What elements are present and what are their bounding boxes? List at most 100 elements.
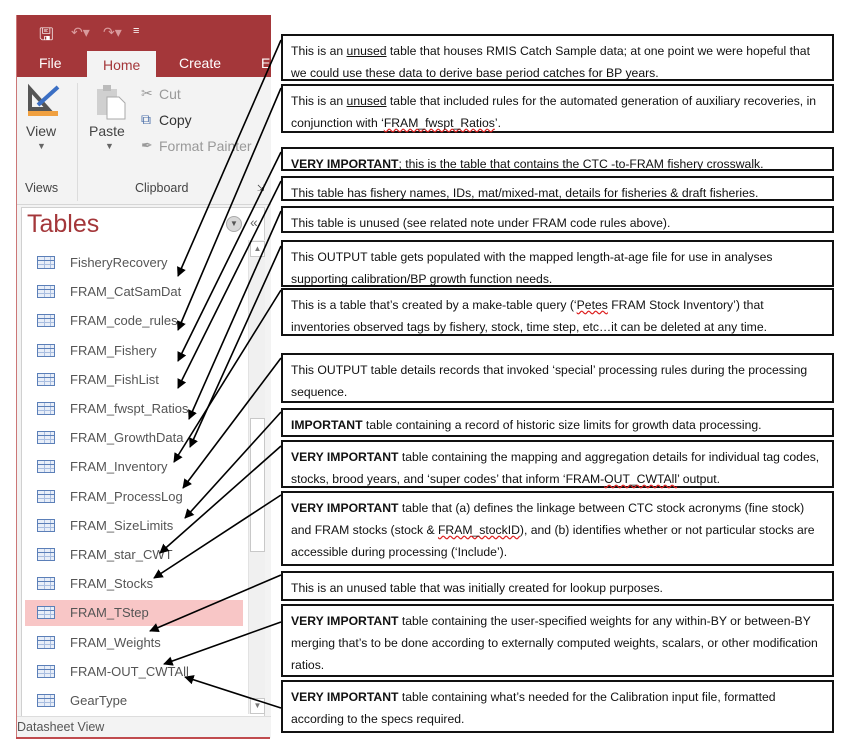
table-item[interactable]: FRAM_code_rules: [25, 308, 243, 334]
tab-home[interactable]: Home: [87, 51, 157, 79]
tab-external[interactable]: E: [261, 55, 270, 71]
table-item-label: FRAM_Stocks: [70, 576, 154, 592]
annotation-text: This OUTPUT table gets populated with th…: [291, 250, 773, 286]
scroll-down-icon[interactable]: ▼: [250, 698, 265, 714]
format-painter-button[interactable]: ✒ Format Painter: [141, 137, 271, 157]
table-item-label: FRAM_SizeLimits: [70, 517, 174, 533]
collapse-pane-icon[interactable]: «: [250, 214, 258, 230]
annotation-text: This table has fishery names, IDs, mat/m…: [291, 186, 759, 200]
table-item[interactable]: FRAM_ProcessLog: [25, 484, 243, 510]
chevron-down-icon: ▼: [105, 141, 114, 151]
table-icon: [37, 694, 55, 707]
table-icon: [37, 635, 55, 649]
table-icon: [37, 402, 55, 415]
nav-menu-dropdown-icon[interactable]: ▼: [226, 216, 242, 232]
tab-create[interactable]: Create: [179, 55, 221, 71]
annotation-text: This is an: [291, 44, 347, 58]
table-item-label: FRAM_GrowthData: [70, 430, 184, 446]
table-icon: [37, 343, 55, 357]
table-item[interactable]: FRAM_TStep: [25, 600, 243, 627]
emphasis-text: VERY IMPORTANT: [291, 501, 399, 515]
annotation-box: This is a table that’s created by a make…: [281, 288, 834, 336]
paste-button[interactable]: Paste ▼: [89, 81, 135, 171]
table-icon: [37, 606, 55, 620]
annotation-box: This is an unused table that houses RMIS…: [281, 34, 834, 81]
annotation-text: ’ output.: [677, 472, 720, 486]
annotation-box: VERY IMPORTANT table containing what’s n…: [281, 680, 834, 733]
cut-button[interactable]: ✂ Cut: [141, 85, 231, 105]
annotation-box: This OUTPUT table details records that i…: [281, 353, 834, 403]
table-item[interactable]: FRAM_CatSamDat: [25, 279, 243, 305]
table-item[interactable]: FRAM_GrowthData: [25, 425, 243, 451]
table-item[interactable]: FRAM_star_CWT: [25, 542, 243, 568]
copy-button[interactable]: ⧉ Copy: [141, 111, 231, 131]
customize-qat-icon[interactable]: ≡: [133, 25, 139, 37]
table-icon: [37, 460, 55, 474]
underlined-text: unused: [346, 44, 387, 58]
access-window: 🖫 ↶▾ ↷▾ ≡ File Home Create E View ▼ View…: [16, 15, 271, 738]
annotation-text: table containing a record of historic si…: [362, 418, 762, 432]
annotation-text: ’.: [494, 116, 501, 130]
ribbon: View ▼ Views Paste ▼ ✂ Cut ⧉ Copy ✒ Form…: [17, 77, 271, 205]
table-icon: [37, 548, 55, 561]
copy-icon: ⧉: [141, 111, 151, 127]
nav-scrollbar[interactable]: ▲ ▼: [248, 240, 265, 714]
table-item-label: FRAM_TStep: [70, 605, 149, 621]
table-item[interactable]: FRAM_SizeLimits: [25, 513, 243, 539]
table-icon: [37, 489, 55, 503]
annotation-text: This is an: [291, 94, 347, 108]
table-item-label: FRAM_Inventory: [70, 459, 168, 475]
dialog-launcher-icon[interactable]: ⇲: [257, 183, 265, 194]
table-item-label: FRAM_code_rules: [70, 313, 178, 329]
redo-icon[interactable]: ↷▾: [103, 24, 122, 41]
tab-file[interactable]: File: [39, 55, 62, 71]
table-item[interactable]: FisheryRecovery: [25, 250, 243, 276]
annotation-box: This is an unused table that included ru…: [281, 84, 834, 133]
table-item-label: FRAM_Weights: [70, 634, 161, 650]
scroll-thumb[interactable]: [250, 418, 265, 552]
table-item[interactable]: FRAM-OUT_CWTAll: [25, 659, 243, 685]
table-item[interactable]: FRAM_fwspt_Ratios: [25, 396, 243, 422]
emphasis-text: VERY IMPORTANT: [291, 614, 399, 628]
table-item[interactable]: FRAM_Stocks: [25, 571, 243, 597]
table-item-label: FRAM_FishList: [70, 371, 159, 387]
table-item-label: GearType: [70, 693, 128, 708]
annotation-box: This is an unused table that was initial…: [281, 571, 834, 601]
table-icon: [37, 431, 55, 445]
table-item[interactable]: GearType: [25, 688, 243, 714]
table-icon: [37, 518, 55, 532]
emphasis-text: VERY IMPORTANT: [291, 690, 399, 704]
views-group-label: Views: [25, 181, 59, 195]
spellcheck-flagged-text: FRAM_fwspt_Ratios: [383, 116, 495, 130]
view-icon: [28, 83, 60, 116]
emphasis-text: VERY IMPORTANT: [291, 157, 399, 171]
table-icon: [37, 664, 55, 678]
table-item[interactable]: FRAM_Weights: [25, 630, 243, 656]
undo-icon[interactable]: ↶▾: [71, 24, 90, 41]
table-item[interactable]: FRAM_FishList: [25, 367, 243, 393]
table-item[interactable]: FRAM_Inventory: [25, 454, 243, 480]
emphasis-text: IMPORTANT: [291, 418, 363, 432]
annotation-box: IMPORTANT table containing a record of h…: [281, 408, 834, 437]
scroll-up-icon[interactable]: ▲: [250, 241, 265, 257]
table-icon: [37, 372, 55, 386]
spellcheck-flagged-text: FRAM_stockID: [437, 523, 520, 537]
view-button[interactable]: View ▼: [23, 81, 67, 171]
status-text: Datasheet View: [17, 720, 105, 734]
annotation-box: This OUTPUT table gets populated with th…: [281, 240, 834, 287]
annotation-box: This table is unused (see related note u…: [281, 206, 834, 233]
scissors-icon: ✂: [141, 85, 153, 101]
clipboard-group-label: Clipboard: [135, 181, 189, 195]
table-icon: [37, 285, 55, 299]
paste-icon: [97, 85, 126, 120]
table-item-label: FRAM_ProcessLog: [70, 488, 183, 504]
table-icon: [37, 577, 55, 591]
nav-pane-title: Tables: [27, 210, 100, 238]
title-bar: 🖫 ↶▾ ↷▾ ≡: [17, 15, 271, 47]
table-item-label: FRAM_fwspt_Ratios: [70, 401, 189, 416]
table-item[interactable]: FRAM_Fishery: [25, 338, 243, 364]
emphasis-text: VERY IMPORTANT: [291, 450, 399, 464]
window-border: [16, 737, 270, 739]
annotation-text: This OUTPUT table details records that i…: [291, 363, 808, 399]
underlined-text: unused: [346, 94, 387, 108]
